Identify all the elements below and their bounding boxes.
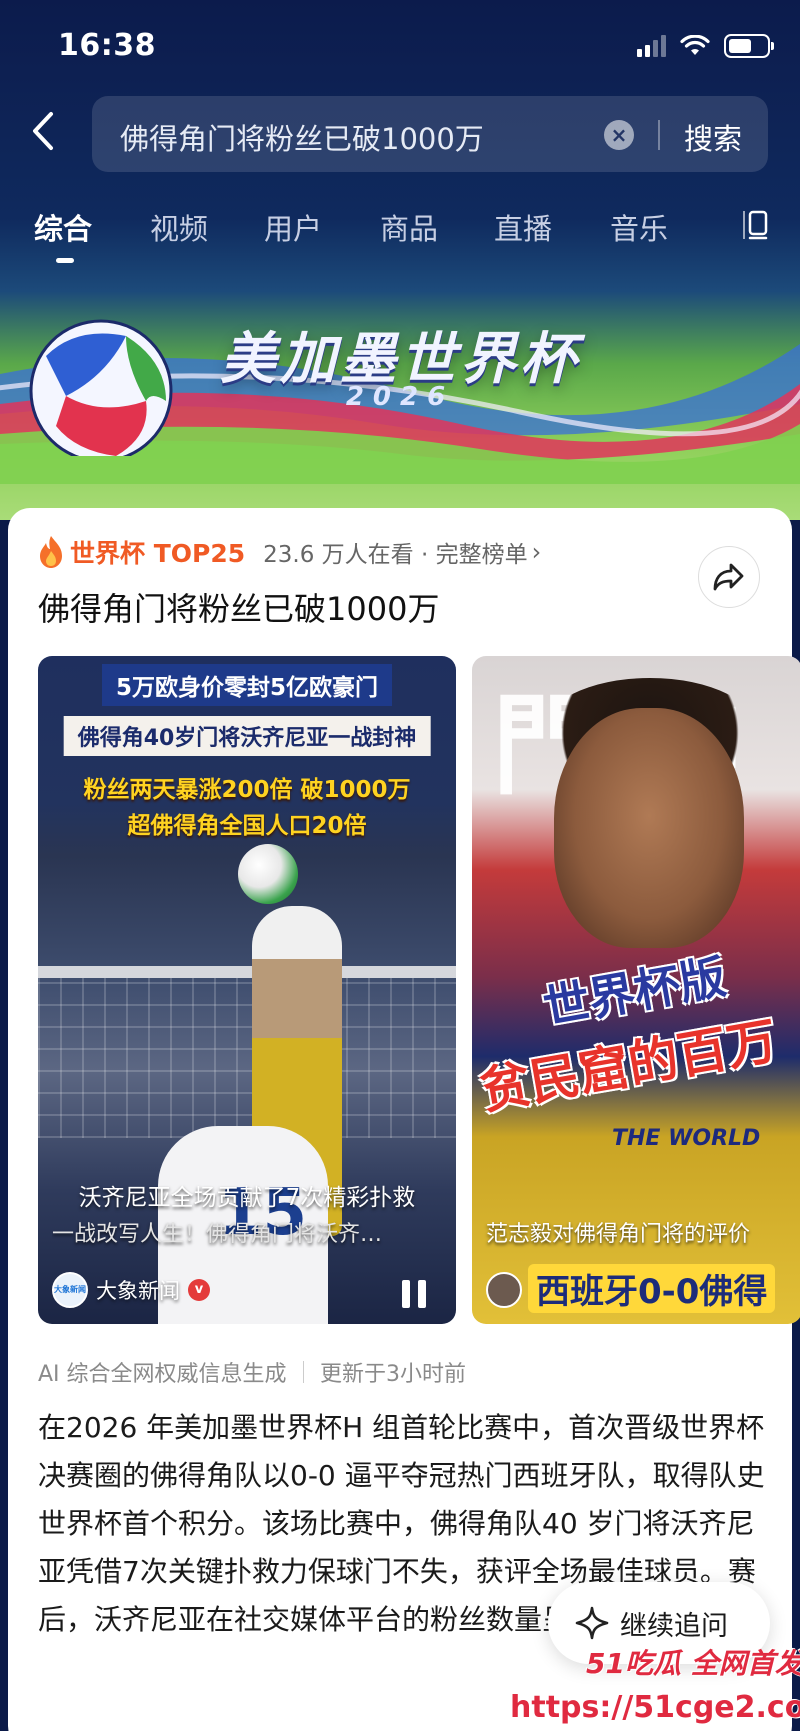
watermark-line-2: https://51cge2.com bbox=[510, 1690, 800, 1725]
player-face bbox=[554, 708, 744, 948]
tab-more-icon[interactable] bbox=[742, 208, 770, 242]
followup-sparkle-icon bbox=[575, 1606, 609, 1640]
video-tile-1[interactable]: 15 5万欧身价零封5亿欧豪门 佛得角40岁门将沃齐尼亚一战封神 粉丝两天暴涨2… bbox=[38, 656, 456, 1324]
status-time: 16:38 bbox=[58, 28, 156, 63]
tab-video[interactable]: 视频 bbox=[150, 206, 208, 248]
signal-icon bbox=[637, 35, 666, 57]
goal-net bbox=[38, 978, 456, 1138]
source-name: 大象新闻 bbox=[96, 1279, 180, 1303]
clear-icon[interactable]: × bbox=[604, 120, 634, 150]
search-box[interactable]: 佛得角门将粉丝已破1000万 × 搜索 bbox=[92, 96, 768, 172]
video2-banner: 西班牙0-0佛得 bbox=[528, 1264, 776, 1313]
tab-products[interactable]: 商品 bbox=[380, 206, 438, 248]
search-divider bbox=[658, 120, 660, 150]
hot-meta: 23.6 万人在看 · 完整榜单 bbox=[263, 542, 528, 568]
topic-card: 世界杯 TOP25 23.6 万人在看 · 完整榜单 › 佛得角门将粉丝已破10… bbox=[8, 508, 800, 1731]
hot-row[interactable]: 世界杯 TOP25 23.6 万人在看 · 完整榜单 › bbox=[38, 532, 541, 572]
watermark-line-1: 51吃瓜 全网首发 bbox=[586, 1647, 800, 1680]
category-tabs: 综合 视频 用户 商品 直播 音乐 bbox=[0, 196, 800, 266]
hot-tag: 世界杯 TOP25 bbox=[70, 539, 246, 568]
status-icons bbox=[637, 34, 774, 58]
ai-note-row: AI 综合全网权威信息生成 更新于3小时前 bbox=[38, 1356, 466, 1388]
back-arrow-icon[interactable] bbox=[24, 108, 64, 154]
source-logo: 大象新闻 bbox=[52, 1272, 88, 1308]
search-button[interactable]: 搜索 bbox=[684, 116, 742, 158]
updated-time: 更新于3小时前 bbox=[320, 1362, 467, 1387]
share-button[interactable] bbox=[698, 546, 760, 608]
card-title[interactable]: 佛得角门将粉丝已破1000万 bbox=[38, 584, 439, 630]
banner-subtitle: 2026 bbox=[345, 382, 455, 412]
goal-crossbar bbox=[38, 966, 456, 978]
wifi-icon bbox=[680, 35, 710, 55]
video1-source[interactable]: 大象新闻 大象新闻 v bbox=[52, 1272, 210, 1308]
worldcup-banner[interactable]: 美加墨世界杯 2026 bbox=[0, 284, 800, 484]
search-row: 佛得角门将粉丝已破1000万 × 搜索 bbox=[0, 94, 800, 174]
share-icon bbox=[713, 563, 743, 590]
football-image bbox=[238, 844, 298, 904]
chevron-right-icon: › bbox=[531, 538, 542, 566]
video1-overlay-4: 超佛得角全国人口20倍 bbox=[127, 813, 367, 839]
tab-users[interactable]: 用户 bbox=[264, 206, 322, 248]
video1-overlay-2: 佛得角40岁门将沃齐尼亚一战封神 bbox=[63, 716, 431, 756]
ai-note: AI 综合全网权威信息生成 bbox=[38, 1362, 287, 1387]
tab-all[interactable]: 综合 bbox=[34, 206, 92, 248]
video1-subcaption: 一战改写人生！佛得角门将沃齐… bbox=[52, 1222, 383, 1247]
tab-music[interactable]: 音乐 bbox=[610, 206, 668, 248]
tab-live[interactable]: 直播 bbox=[494, 206, 552, 248]
verified-badge-icon: v bbox=[188, 1279, 210, 1301]
active-tab-indicator bbox=[56, 258, 74, 263]
pause-icon[interactable] bbox=[402, 1280, 428, 1308]
status-bar: 16:38 bbox=[0, 0, 800, 92]
video1-caption: 沃齐尼亚全场贡献了7次精彩扑救 bbox=[78, 1185, 416, 1211]
video-tile-2[interactable]: 門神 世界杯版 贫民窟的百万 THE WORLD 范志毅对佛得角门将的评价 西班… bbox=[472, 656, 800, 1324]
followup-label: 继续追问 bbox=[620, 1610, 728, 1642]
video2-caption: 范志毅对佛得角门将的评价 bbox=[486, 1222, 751, 1247]
ai-separator bbox=[302, 1361, 305, 1383]
video1-overlay-1: 5万欧身价零封5亿欧豪门 bbox=[101, 664, 393, 706]
search-input[interactable]: 佛得角门将粉丝已破1000万 bbox=[120, 116, 484, 158]
battery-icon bbox=[724, 34, 774, 58]
video2-promo-3: THE WORLD bbox=[612, 1126, 761, 1151]
fire-icon bbox=[40, 536, 62, 568]
video2-avatar bbox=[486, 1272, 522, 1308]
